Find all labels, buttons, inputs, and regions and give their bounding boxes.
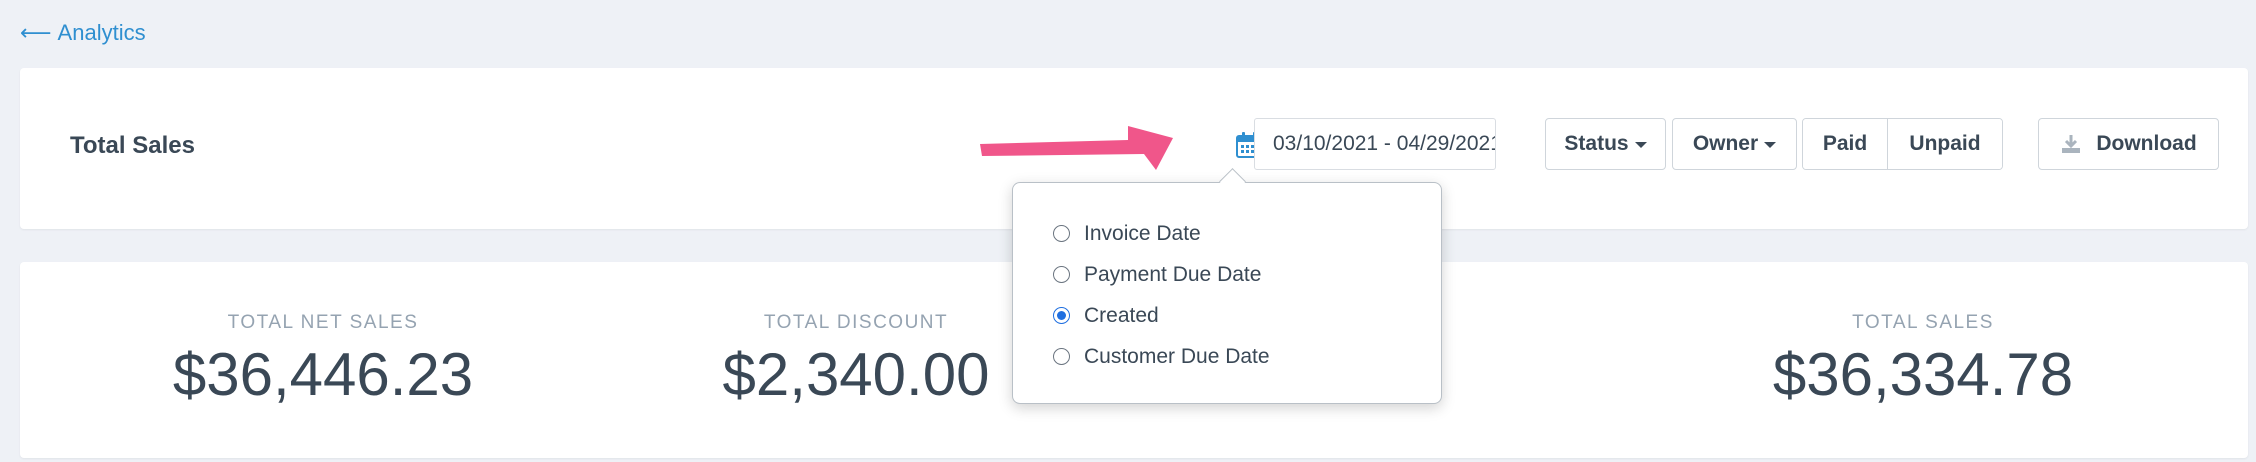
status-dropdown-label: Status [1564,132,1629,155]
radio-button[interactable] [1053,266,1070,283]
stat-label: TOTAL NET SALES [227,312,419,333]
download-button[interactable]: Download [2038,118,2219,170]
paid-filter-button[interactable]: Paid [1803,119,1887,169]
owner-dropdown-button[interactable]: Owner [1672,118,1797,170]
option-label: Payment Due Date [1084,262,1262,286]
back-link-label: Analytics [57,20,146,45]
owner-dropdown-label: Owner [1692,132,1759,155]
unpaid-filter-button[interactable]: Unpaid [1887,119,2002,169]
caret-down-icon [1764,142,1777,148]
date-type-option-created[interactable]: Created [1053,295,1401,336]
date-type-popover: Invoice Date Payment Due Date Created Cu… [1012,168,1442,404]
stat-total-sales: TOTAL SALES $36,334.78 [1663,312,2183,410]
caret-down-icon [1634,142,1647,148]
option-label: Created [1084,303,1159,327]
download-label: Download [2096,132,2197,155]
radio-button-selected[interactable] [1053,307,1070,324]
arrow-annotation [980,126,1173,170]
option-label: Invoice Date [1084,221,1201,245]
radio-button[interactable] [1053,348,1070,365]
radio-button[interactable] [1053,225,1070,242]
paid-unpaid-toggle: Paid Unpaid [1802,118,2003,170]
back-link-analytics[interactable]: ⟵ Analytics [20,20,146,46]
date-type-option-invoice-date[interactable]: Invoice Date [1053,213,1401,254]
date-type-option-payment-due-date[interactable]: Payment Due Date [1053,254,1401,295]
page-title: Total Sales [70,132,195,159]
stat-label: TOTAL SALES [1852,312,1994,333]
status-dropdown-button[interactable]: Status [1545,118,1666,170]
stat-value: $36,446.23 [172,341,474,408]
download-icon [2062,135,2081,153]
back-arrow-icon: ⟵ [20,20,52,45]
date-type-option-customer-due-date[interactable]: Customer Due Date [1053,336,1401,377]
stat-value: $36,334.78 [1772,341,2074,408]
date-range-input[interactable]: 03/10/2021 - 04/29/2021 [1254,118,1496,170]
option-label: Customer Due Date [1084,344,1270,368]
stat-total-net-sales: TOTAL NET SALES $36,446.23 [63,312,583,410]
